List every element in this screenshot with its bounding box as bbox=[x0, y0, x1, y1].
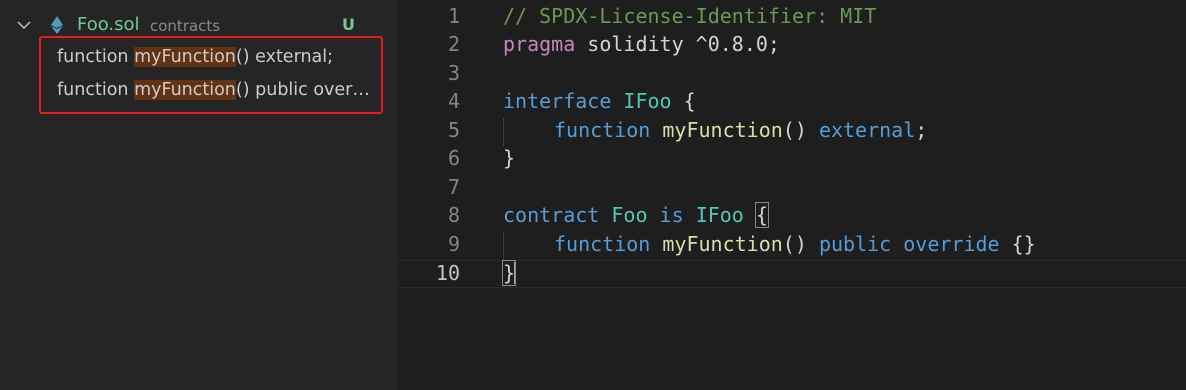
file-name: Foo.sol bbox=[77, 14, 140, 35]
code-rest: solidity ^0.8.0; bbox=[575, 32, 780, 56]
result-match: myFunction bbox=[134, 80, 236, 100]
line-number: 2 bbox=[447, 32, 460, 56]
line-number: 6 bbox=[447, 146, 460, 170]
result-prefix: function bbox=[57, 80, 135, 100]
search-result-line-1[interactable]: function myFunction() external; bbox=[57, 47, 377, 75]
code-text: function myFunction() external; bbox=[554, 118, 927, 142]
line-number: 3 bbox=[447, 61, 460, 85]
code-text: contract Foo is IFoo { bbox=[503, 202, 769, 228]
code-line-8[interactable]: 8 contract Foo is IFoo { bbox=[397, 202, 1186, 231]
ethereum-file-icon bbox=[51, 16, 63, 34]
chevron-down-icon[interactable] bbox=[16, 17, 32, 33]
code-text: } bbox=[501, 260, 517, 286]
code-line-2[interactable]: 2 pragma solidity ^0.8.0; bbox=[397, 32, 1186, 60]
code-text: } bbox=[503, 146, 516, 170]
matched-brace: { bbox=[754, 202, 769, 228]
parens: () bbox=[782, 118, 807, 142]
line-number: 7 bbox=[447, 175, 460, 199]
code-line-1[interactable]: 1 // SPDX-License-Identifier: MIT bbox=[397, 4, 1186, 32]
code-text: interface IFoo { bbox=[503, 89, 696, 113]
line-number: 10 bbox=[435, 261, 460, 285]
type-name: IFoo bbox=[695, 203, 744, 227]
git-status-badge: U bbox=[342, 15, 355, 34]
keyword: function bbox=[554, 232, 651, 256]
line-number: 4 bbox=[447, 89, 460, 113]
file-directory: contracts bbox=[150, 17, 221, 35]
result-prefix: function bbox=[57, 47, 135, 67]
code-line-10-current[interactable]: 10 } bbox=[397, 260, 1186, 288]
keyword: is bbox=[659, 203, 684, 227]
modifier: public bbox=[818, 232, 892, 256]
code-line-6[interactable]: 6 } bbox=[397, 146, 1186, 174]
code-line-5[interactable]: 5 function myFunction() external; bbox=[397, 118, 1186, 146]
line-number: 9 bbox=[447, 232, 460, 256]
text-cursor bbox=[514, 262, 517, 284]
type-name: Foo bbox=[611, 203, 648, 227]
result-suffix: () public over… bbox=[235, 80, 370, 100]
line-number: 8 bbox=[447, 203, 460, 227]
code-text: // SPDX-License-Identifier: MIT bbox=[503, 4, 877, 28]
keyword: pragma bbox=[503, 32, 576, 56]
keyword: interface bbox=[503, 89, 612, 113]
result-match: myFunction bbox=[134, 47, 236, 67]
keyword: function bbox=[554, 118, 651, 142]
code-line-9[interactable]: 9 function myFunction() public override … bbox=[397, 232, 1186, 260]
line-number: 5 bbox=[447, 118, 460, 142]
brace: { bbox=[671, 89, 696, 113]
code-line-3[interactable]: 3 bbox=[397, 61, 1186, 89]
semicolon: ; bbox=[915, 118, 928, 142]
search-results-panel: Foo.sol contracts U function myFunction(… bbox=[0, 0, 397, 390]
function-name: myFunction bbox=[662, 232, 783, 256]
code-text: pragma solidity ^0.8.0; bbox=[503, 32, 780, 56]
parens: () bbox=[782, 232, 807, 256]
code-line-4[interactable]: 4 interface IFoo { bbox=[397, 89, 1186, 117]
code-text: function myFunction() public override {} bbox=[554, 232, 1036, 256]
keyword: contract bbox=[503, 203, 600, 227]
function-name: myFunction bbox=[662, 118, 783, 142]
code-editor[interactable]: 1 // SPDX-License-Identifier: MIT 2 prag… bbox=[397, 0, 1186, 390]
modifier: external bbox=[818, 118, 916, 142]
search-result-line-2[interactable]: function myFunction() public over… bbox=[57, 80, 377, 108]
code-line-7[interactable]: 7 bbox=[397, 175, 1186, 203]
body: {} bbox=[1011, 232, 1036, 256]
line-number: 1 bbox=[447, 4, 460, 28]
modifier: override bbox=[903, 232, 1000, 256]
result-suffix: () external; bbox=[235, 47, 334, 67]
type-name: IFoo bbox=[623, 89, 672, 113]
